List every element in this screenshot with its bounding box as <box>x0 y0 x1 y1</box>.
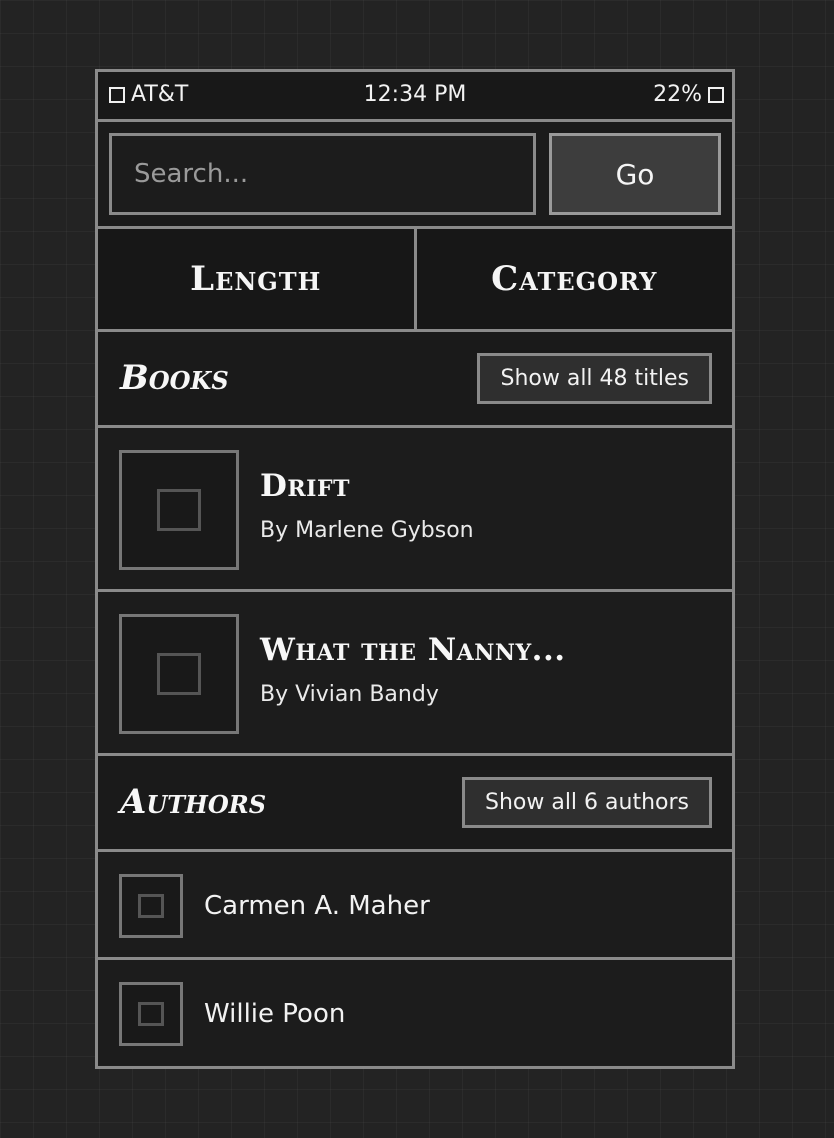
image-placeholder-icon <box>157 653 201 695</box>
author-list-item[interactable]: Carmen A. Maher <box>98 852 732 960</box>
book-cover-placeholder-icon <box>119 450 239 570</box>
book-title: Drift <box>260 468 350 504</box>
book-author: By Marlene Gybson <box>260 518 474 543</box>
books-heading: Books <box>120 358 229 398</box>
status-right: 22% <box>653 81 724 109</box>
battery-icon <box>708 87 724 103</box>
books-section-header: Books Show all 48 titles <box>98 332 732 428</box>
image-placeholder-icon <box>138 1002 164 1026</box>
book-title: What the Nanny... <box>260 632 566 668</box>
author-avatar-placeholder-icon <box>119 982 183 1046</box>
phone-frame: AT&T 12:34 PM 22% Go Length Category Boo… <box>95 69 735 1069</box>
status-time: 12:34 PM <box>363 82 467 107</box>
filter-tabs: Length Category <box>98 229 732 332</box>
authors-heading: Authors <box>120 782 267 822</box>
image-placeholder-icon <box>138 894 164 918</box>
book-list-item[interactable]: What the Nanny... By Vivian Bandy <box>98 592 732 756</box>
image-placeholder-icon <box>157 489 201 531</box>
show-all-authors-button[interactable]: Show all 6 authors <box>461 777 712 828</box>
author-avatar-placeholder-icon <box>119 874 183 938</box>
tab-length[interactable]: Length <box>98 229 414 329</box>
tab-category[interactable]: Category <box>413 229 732 329</box>
author-name: Willie Poon <box>204 999 346 1029</box>
authors-section-header: Authors Show all 6 authors <box>98 756 732 852</box>
search-input[interactable] <box>109 133 536 215</box>
search-bar: Go <box>98 122 732 229</box>
book-cover-placeholder-icon <box>119 614 239 734</box>
status-bar: AT&T 12:34 PM 22% <box>98 72 732 122</box>
show-all-titles-button[interactable]: Show all 48 titles <box>477 353 712 404</box>
go-button[interactable]: Go <box>549 133 721 215</box>
battery-percent: 22% <box>653 82 702 107</box>
book-author: By Vivian Bandy <box>260 682 439 707</box>
author-name: Carmen A. Maher <box>204 891 430 921</box>
book-list-item[interactable]: Drift By Marlene Gybson <box>98 428 732 592</box>
author-list-item[interactable]: Willie Poon <box>98 960 732 1065</box>
